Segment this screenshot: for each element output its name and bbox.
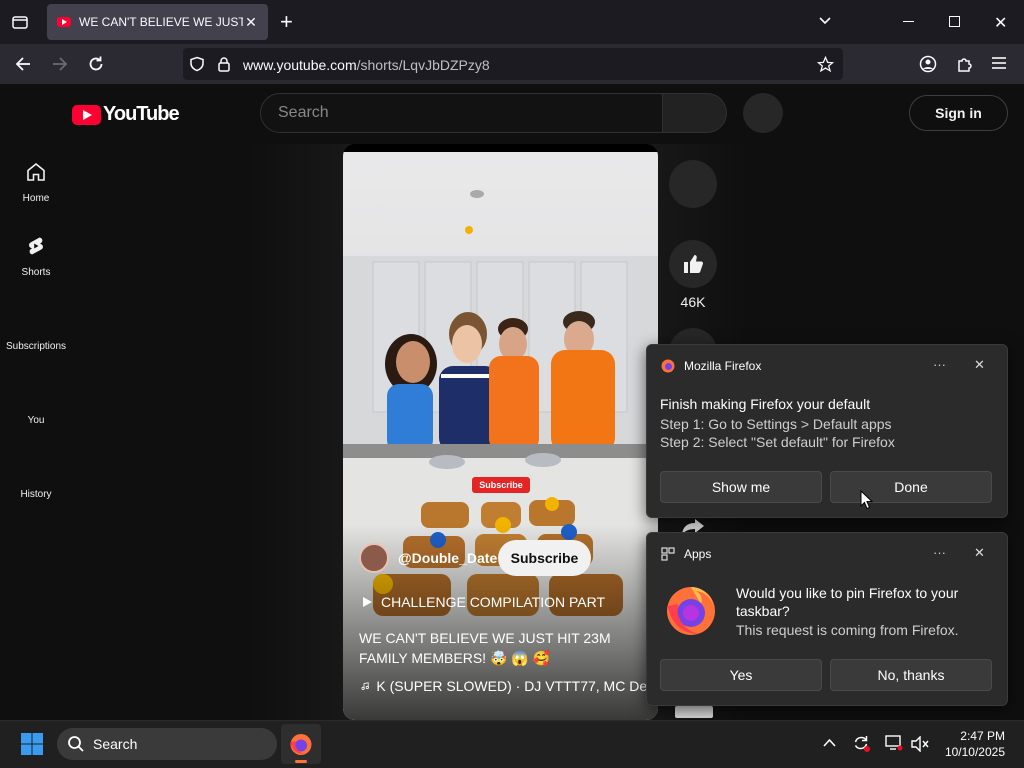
youtube-logo-text: YouTube bbox=[103, 103, 180, 125]
home-icon bbox=[27, 162, 45, 181]
shield-icon[interactable] bbox=[189, 56, 205, 72]
close-window-button[interactable]: ✕ bbox=[994, 13, 1007, 33]
firefox-icon bbox=[290, 734, 312, 755]
sync-icon[interactable] bbox=[852, 734, 870, 752]
shorts-icon bbox=[29, 237, 43, 255]
notification-app-name: Mozilla Firefox bbox=[684, 359, 762, 373]
active-indicator bbox=[295, 760, 307, 763]
forward-arrow-icon bbox=[53, 57, 68, 71]
browser-tab-active[interactable]: WE CAN'T BELIEVE WE JUST HIT 23M ✕ bbox=[47, 4, 268, 40]
clock-time[interactable]: 2:47 PM bbox=[940, 729, 1005, 743]
new-tab-button[interactable]: + bbox=[280, 9, 293, 35]
notification-close-icon[interactable]: ✕ bbox=[974, 545, 985, 561]
back-arrow-icon bbox=[15, 57, 30, 71]
bookmark-star-icon[interactable] bbox=[817, 56, 834, 73]
no-thanks-button[interactable]: No, thanks bbox=[830, 659, 992, 691]
notification-subtext: This request is coming from Firefox. bbox=[736, 622, 959, 638]
notification-close-icon[interactable]: ✕ bbox=[974, 357, 985, 373]
volume-muted-icon[interactable] bbox=[911, 736, 929, 752]
taskbar-firefox-button[interactable] bbox=[281, 724, 321, 764]
show-hidden-icons-chevron-icon[interactable] bbox=[823, 738, 836, 748]
lock-icon[interactable] bbox=[217, 56, 231, 72]
youtube-favicon-icon bbox=[57, 17, 71, 27]
playlist-title: CHALLENGE COMPILATION PART bbox=[381, 594, 606, 610]
sidebar-item-label: Home bbox=[22, 193, 50, 204]
windows-logo-icon bbox=[21, 733, 43, 755]
notification-app-name: Apps bbox=[684, 547, 712, 561]
back-button[interactable] bbox=[14, 55, 32, 73]
tab-close-icon[interactable]: ✕ bbox=[243, 14, 259, 30]
reload-icon bbox=[89, 56, 103, 71]
show-me-button[interactable]: Show me bbox=[660, 471, 822, 503]
youtube-play-icon bbox=[72, 104, 101, 125]
playlist-link[interactable]: CHALLENGE COMPILATION PART bbox=[361, 594, 605, 610]
firefox-small-icon bbox=[661, 359, 675, 373]
tab-title: WE CAN'T BELIEVE WE JUST HIT 23M bbox=[79, 15, 243, 29]
clock-date[interactable]: 10/10/2025 bbox=[940, 745, 1005, 759]
notification-title: Finish making Firefox your default bbox=[660, 396, 871, 412]
sound-thumbnail[interactable] bbox=[675, 706, 713, 718]
url-text[interactable]: www.youtube.com/shorts/LqvJbDZPzy8 bbox=[243, 57, 490, 73]
channel-action-button[interactable] bbox=[669, 160, 717, 208]
minimize-button[interactable] bbox=[903, 21, 914, 22]
voice-search-button[interactable] bbox=[743, 93, 783, 133]
short-video-player[interactable]: Subscribe @Double_Date Subscribe CHALLEN… bbox=[343, 144, 658, 720]
forward-button[interactable] bbox=[51, 55, 69, 73]
youtube-logo[interactable]: YouTube bbox=[72, 103, 180, 126]
tab-overflow-chevron-icon[interactable] bbox=[818, 14, 832, 28]
sound-title: K (SUPER SLOWED) · DJ VTTT77, MC Delu bbox=[376, 678, 658, 694]
restore-button[interactable] bbox=[949, 16, 960, 27]
account-icon[interactable] bbox=[919, 55, 937, 73]
taskbar-search-box[interactable] bbox=[57, 728, 277, 760]
url-path: /shorts/LqvJbDZPzy8 bbox=[356, 57, 490, 73]
notification-more-button[interactable]: ··· bbox=[933, 357, 946, 372]
sidebar-item-label: Shorts bbox=[21, 267, 51, 278]
short-caption: WE CAN'T BELIEVE WE JUST HIT 23M FAMILY … bbox=[359, 630, 611, 666]
search-button[interactable] bbox=[663, 93, 727, 133]
sound-link[interactable]: K (SUPER SLOWED) · DJ VTTT77, MC Delu bbox=[361, 678, 658, 694]
tab-list-icon bbox=[12, 16, 28, 29]
thumbs-up-icon bbox=[684, 255, 704, 273]
notification-step-2: Step 2: Select "Set default" for Firefox bbox=[660, 434, 895, 450]
sticker-label: Subscribe bbox=[479, 480, 523, 490]
search-icon bbox=[67, 735, 85, 753]
done-button[interactable]: Done bbox=[830, 471, 992, 503]
channel-avatar[interactable] bbox=[359, 543, 389, 573]
like-count: 46K bbox=[680, 294, 706, 310]
sidebar-item-history[interactable]: History bbox=[0, 489, 72, 500]
sidebar-item-subscriptions[interactable]: Subscriptions bbox=[0, 341, 72, 352]
notification-step-1: Step 1: Go to Settings > Default apps bbox=[660, 416, 892, 432]
start-button[interactable] bbox=[20, 732, 44, 756]
sidebar-item-you[interactable]: You bbox=[0, 415, 72, 426]
firefox-logo-icon bbox=[664, 582, 718, 636]
music-note-icon bbox=[361, 682, 369, 690]
network-icon[interactable] bbox=[885, 735, 903, 751]
channel-name[interactable]: @Double_Date bbox=[398, 550, 497, 566]
notification-more-button[interactable]: ··· bbox=[933, 545, 946, 560]
like-button[interactable] bbox=[669, 240, 717, 288]
yes-button[interactable]: Yes bbox=[660, 659, 822, 691]
apps-icon bbox=[661, 547, 675, 561]
play-icon bbox=[363, 597, 372, 607]
subscribe-button[interactable]: Subscribe bbox=[498, 540, 591, 576]
taskbar-search-label: Search bbox=[93, 736, 138, 752]
subscribe-sticker: Subscribe bbox=[472, 477, 530, 493]
url-host: www.youtube.com bbox=[243, 57, 357, 73]
extensions-icon[interactable] bbox=[956, 55, 974, 73]
search-placeholder: Search bbox=[278, 104, 329, 121]
list-all-tabs-button[interactable] bbox=[10, 12, 30, 32]
notification-question: Would you like to pin Firefox to your ta… bbox=[736, 585, 959, 619]
menu-hamburger-icon[interactable] bbox=[992, 57, 1006, 69]
sign-in-button[interactable]: Sign in bbox=[909, 95, 1008, 131]
reload-button[interactable] bbox=[87, 55, 105, 73]
mouse-cursor-icon bbox=[860, 490, 873, 510]
